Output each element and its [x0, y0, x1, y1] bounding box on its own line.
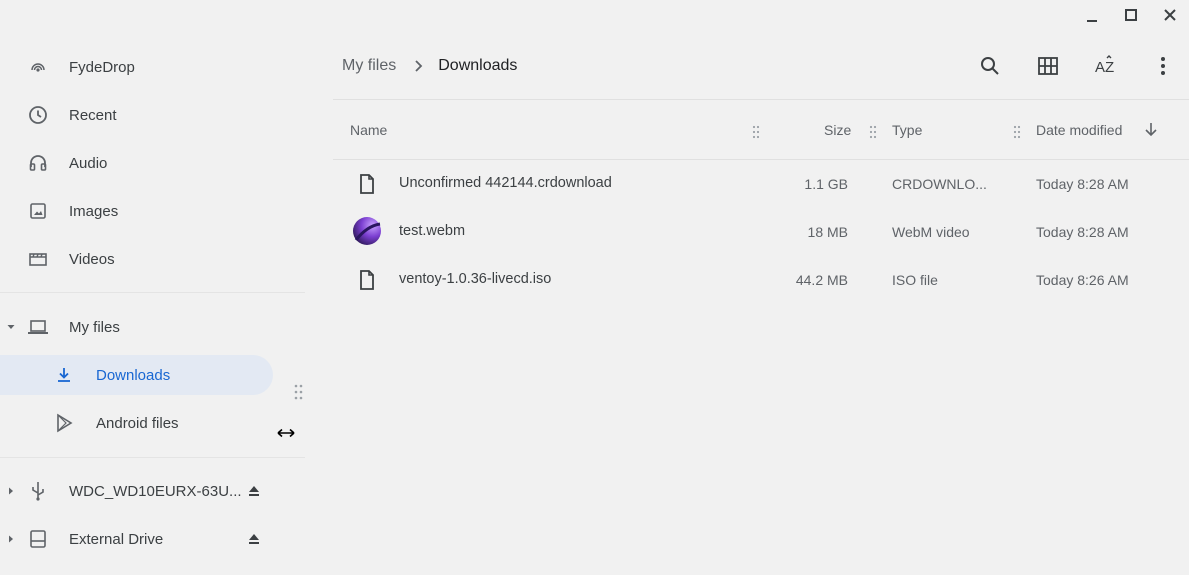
sidebar-divider — [0, 292, 305, 293]
more-vert-icon — [1161, 57, 1165, 75]
splitter-handle[interactable] — [294, 384, 304, 407]
file-name: Unconfirmed 442144.crdownload — [399, 175, 612, 191]
column-resize-handle[interactable] — [1013, 125, 1021, 144]
sort-button[interactable]: AZ — [1091, 51, 1121, 81]
sidebar-item-label: External Drive — [69, 530, 164, 548]
play-store-icon — [53, 412, 75, 434]
more-options-button[interactable] — [1148, 51, 1178, 81]
file-size: 44.2 MB — [795, 272, 848, 288]
caret-down-icon[interactable] — [6, 322, 16, 332]
video-thumbnail-icon — [351, 216, 383, 245]
clock-icon — [27, 104, 49, 126]
sidebar-item-external-drive[interactable]: External Drive — [0, 519, 290, 559]
headphones-icon — [27, 152, 49, 174]
download-icon — [53, 364, 75, 386]
sidebar-item-audio[interactable]: Audio — [0, 143, 290, 183]
breadcrumb: My files Downloads — [342, 55, 517, 77]
sidebar-item-usb-drive[interactable]: WDC_WD10EURX-63U... — [0, 471, 290, 511]
sidebar-item-label: WDC_WD10EURX-63U... — [69, 482, 242, 500]
file-date: Today 8:28 AM — [1036, 176, 1129, 192]
table-row[interactable]: Unconfirmed 442144.crdownload 1.1 GB CRD… — [333, 160, 1189, 208]
resize-cursor-icon — [277, 426, 295, 444]
breadcrumb-my-files[interactable]: My files — [342, 57, 396, 75]
main-pane: My files Downloads AZ Name Size Type Dat… — [333, 0, 1189, 575]
sidebar: FydeDrop Recent Audio Images Videos My f… — [0, 0, 305, 575]
column-header-size[interactable]: Size — [824, 122, 851, 138]
sidebar-item-label: Videos — [69, 250, 115, 268]
file-date: Today 8:28 AM — [1036, 224, 1129, 240]
grid-view-button[interactable] — [1033, 51, 1063, 81]
column-header-type[interactable]: Type — [892, 122, 922, 138]
sidebar-item-videos[interactable]: Videos — [0, 239, 290, 279]
sidebar-item-label: Android files — [96, 414, 179, 432]
eject-icon[interactable] — [246, 483, 262, 499]
caret-right-icon[interactable] — [6, 534, 16, 544]
breadcrumb-downloads[interactable]: Downloads — [438, 57, 517, 75]
file-icon — [351, 268, 383, 292]
file-type: WebM video — [892, 224, 970, 240]
sidebar-item-label: FydeDrop — [69, 58, 135, 76]
grid-view-icon — [1038, 57, 1058, 75]
caret-right-icon[interactable] — [6, 486, 16, 496]
search-button[interactable] — [975, 51, 1005, 81]
search-icon — [981, 57, 999, 75]
svg-text:AZ: AZ — [1095, 59, 1114, 76]
file-name: test.webm — [399, 223, 466, 239]
laptop-icon — [27, 316, 49, 338]
fydedrop-icon — [27, 56, 49, 78]
column-header-name[interactable]: Name — [350, 122, 387, 138]
sidebar-item-label: Audio — [69, 154, 108, 172]
image-icon — [27, 200, 49, 222]
sidebar-divider — [0, 457, 305, 458]
table-row[interactable]: test.webm 18 MB WebM video Today 8:28 AM — [333, 208, 1189, 256]
file-type: CRDOWNLO... — [892, 176, 987, 192]
file-size: 18 MB — [807, 224, 848, 240]
column-header-date-modified[interactable]: Date modified — [1036, 122, 1122, 138]
chevron-right-icon — [414, 59, 424, 73]
eject-icon[interactable] — [246, 531, 262, 547]
drive-icon — [27, 528, 49, 550]
sidebar-item-images[interactable]: Images — [0, 191, 290, 231]
sidebar-item-recent[interactable]: Recent — [0, 95, 290, 135]
sidebar-item-downloads[interactable]: Downloads — [0, 355, 273, 395]
sidebar-item-android-files[interactable]: Android files — [0, 403, 290, 443]
sidebar-item-label: My files — [69, 318, 120, 336]
table-row[interactable]: ventoy-1.0.36-livecd.iso 44.2 MB ISO fil… — [333, 256, 1189, 304]
sidebar-item-fydedrop[interactable]: FydeDrop — [0, 47, 290, 87]
film-icon — [27, 248, 49, 270]
file-size: 1.1 GB — [804, 176, 848, 192]
sort-az-icon: AZ — [1095, 55, 1114, 76]
file-date: Today 8:26 AM — [1036, 272, 1129, 288]
toolbar-divider — [333, 99, 1189, 100]
sidebar-item-label: Downloads — [96, 366, 171, 384]
column-resize-handle[interactable] — [869, 125, 877, 144]
sidebar-item-my-files[interactable]: My files — [0, 307, 290, 347]
file-name: ventoy-1.0.36-livecd.iso — [399, 271, 552, 287]
column-resize-handle[interactable] — [752, 125, 760, 144]
sidebar-item-label: Recent — [69, 106, 117, 124]
usb-icon — [27, 480, 49, 502]
file-type: ISO file — [892, 272, 938, 288]
sidebar-item-label: Images — [69, 202, 119, 220]
arrow-down-icon[interactable] — [1144, 121, 1158, 140]
file-icon — [351, 172, 383, 196]
